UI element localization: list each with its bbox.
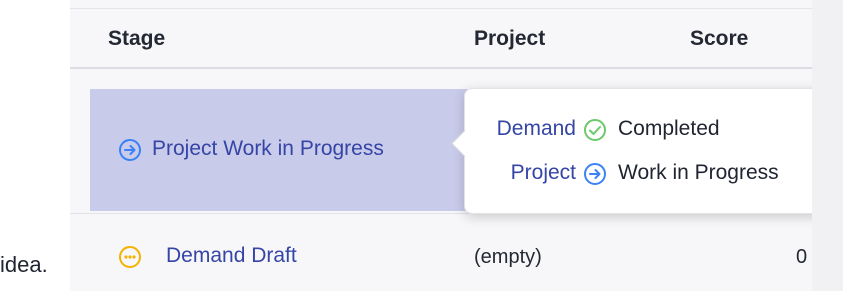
dots-circle-icon xyxy=(119,246,141,268)
right-edge-panel xyxy=(812,0,843,291)
popover-status-completed: Completed xyxy=(618,117,720,140)
table-header: Stage Project Score xyxy=(70,9,843,69)
column-header-project[interactable]: Project xyxy=(474,27,545,51)
popover-link-project[interactable]: Project xyxy=(511,161,576,185)
project-cell: (empty) xyxy=(474,246,542,268)
score-cell: 0 xyxy=(796,246,808,268)
column-header-stage[interactable]: Stage xyxy=(108,27,165,51)
text-fragment: idea. xyxy=(0,252,48,277)
left-panel xyxy=(0,0,70,291)
stage-table: Stage Project Score Project Work in Prog… xyxy=(70,0,843,291)
stage-link-project-work-in-progress[interactable]: Project Work in Progress xyxy=(152,137,384,161)
stage-link-demand-draft[interactable]: Demand Draft xyxy=(166,244,297,268)
arrow-circle-right-icon xyxy=(584,163,606,185)
arrow-circle-right-icon xyxy=(119,139,141,161)
popover-status-work-in-progress: Work in Progress xyxy=(618,161,779,184)
stage-details-popover: Demand Completed Project Work in Progres… xyxy=(451,88,842,214)
check-circle-icon xyxy=(584,119,606,141)
column-header-score[interactable]: Score xyxy=(690,27,748,51)
popover-link-demand[interactable]: Demand xyxy=(497,117,576,141)
